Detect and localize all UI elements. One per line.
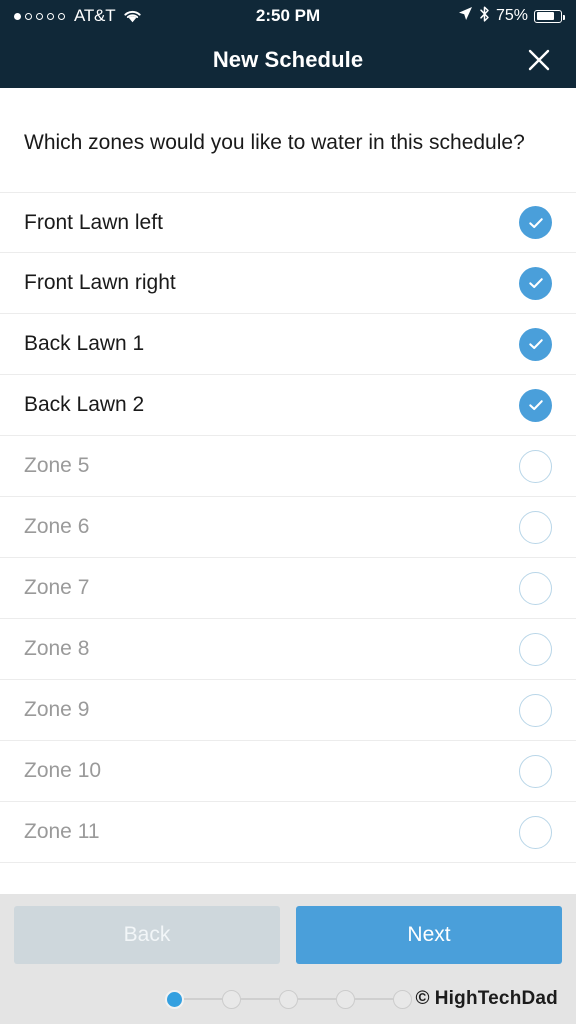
battery-percent-label: 75% (495, 7, 528, 24)
phone-screen: AT&T 2:50 PM 75% New Schedule Which zone… (0, 0, 576, 1024)
next-button[interactable]: Next (296, 906, 562, 964)
page-title: New Schedule (212, 47, 364, 72)
checkbox-checked-icon[interactable] (519, 206, 552, 240)
status-bar-right: 75% (458, 5, 565, 27)
zone-row[interactable]: Zone 9 (0, 680, 576, 742)
battery-fill (536, 12, 554, 20)
wizard-button-bar: Back Next (0, 894, 576, 974)
checkbox-unchecked-icon[interactable] (519, 754, 552, 788)
signal-dot-icon (25, 12, 32, 20)
zone-row[interactable]: Zone 11 (0, 802, 576, 864)
status-bar-left: AT&T (14, 6, 142, 26)
watermark-label: HighTechDad (434, 988, 558, 1009)
navigation-bar: New Schedule (0, 32, 576, 88)
zone-label: Zone 8 (24, 637, 90, 661)
signal-dot-icon (58, 12, 65, 20)
step-connector (297, 998, 336, 1000)
zone-label: Zone 10 (24, 759, 102, 783)
step-connector (183, 998, 222, 1000)
checkbox-checked-icon[interactable] (519, 327, 552, 361)
zone-row[interactable]: Zone 5 (0, 436, 576, 498)
back-button[interactable]: Back (14, 906, 280, 964)
step-dot[interactable] (278, 989, 298, 1009)
wizard-step-indicator: © HighTechDad (0, 974, 576, 1024)
step-dot[interactable] (164, 989, 184, 1009)
bluetooth-icon (479, 5, 490, 27)
location-arrow-icon (458, 6, 473, 26)
zone-row[interactable]: Back Lawn 1 (0, 314, 576, 376)
checkbox-checked-icon[interactable] (519, 388, 552, 422)
zone-row[interactable]: Zone 10 (0, 741, 576, 803)
close-icon[interactable] (522, 43, 556, 77)
step-connector (354, 998, 393, 1000)
zone-label: Front Lawn right (24, 271, 176, 295)
wifi-icon (123, 9, 142, 23)
copyright-icon: © (415, 988, 430, 1009)
checkbox-unchecked-icon[interactable] (519, 510, 552, 544)
zone-label: Back Lawn 1 (24, 332, 145, 356)
zone-row[interactable]: Front Lawn left (0, 192, 576, 254)
zone-row[interactable]: Back Lawn 2 (0, 375, 576, 437)
signal-dot-icon (47, 12, 54, 20)
checkbox-unchecked-icon[interactable] (519, 815, 552, 849)
carrier-label: AT&T (74, 6, 116, 25)
checkbox-unchecked-icon[interactable] (519, 693, 552, 727)
zone-list: Front Lawn left Front Lawn right Back Lawn… (0, 192, 576, 894)
zone-label: Front Lawn left (24, 210, 163, 234)
step-dots (164, 989, 412, 1009)
zone-label: Zone 9 (24, 698, 90, 722)
step-dot[interactable] (335, 989, 355, 1009)
zone-row[interactable]: Front Lawn right (0, 253, 576, 315)
zone-row[interactable]: Zone 8 (0, 619, 576, 681)
signal-strength-dots (14, 12, 65, 20)
zone-row[interactable]: Zone 6 (0, 497, 576, 559)
zone-row[interactable]: Zone 7 (0, 558, 576, 620)
zone-label: Zone 6 (24, 515, 90, 539)
question-text: Which zones would you like to water in t… (24, 131, 525, 154)
watermark: © HighTechDad (416, 988, 558, 1010)
step-connector (240, 998, 279, 1000)
battery-icon (534, 9, 565, 23)
zone-label: Back Lawn 2 (24, 393, 145, 417)
checkbox-checked-icon[interactable] (519, 266, 552, 300)
checkbox-unchecked-icon[interactable] (519, 571, 552, 605)
signal-dot-icon (14, 12, 21, 20)
zone-label: Zone 11 (24, 820, 100, 844)
step-dot[interactable] (392, 989, 412, 1009)
signal-dot-icon (36, 12, 43, 20)
status-bar: AT&T 2:50 PM 75% (0, 0, 576, 32)
zone-label: Zone 5 (24, 454, 90, 478)
step-dot[interactable] (221, 989, 241, 1009)
zone-label: Zone 7 (24, 576, 90, 600)
checkbox-unchecked-icon[interactable] (519, 449, 552, 483)
checkbox-unchecked-icon[interactable] (519, 632, 552, 666)
